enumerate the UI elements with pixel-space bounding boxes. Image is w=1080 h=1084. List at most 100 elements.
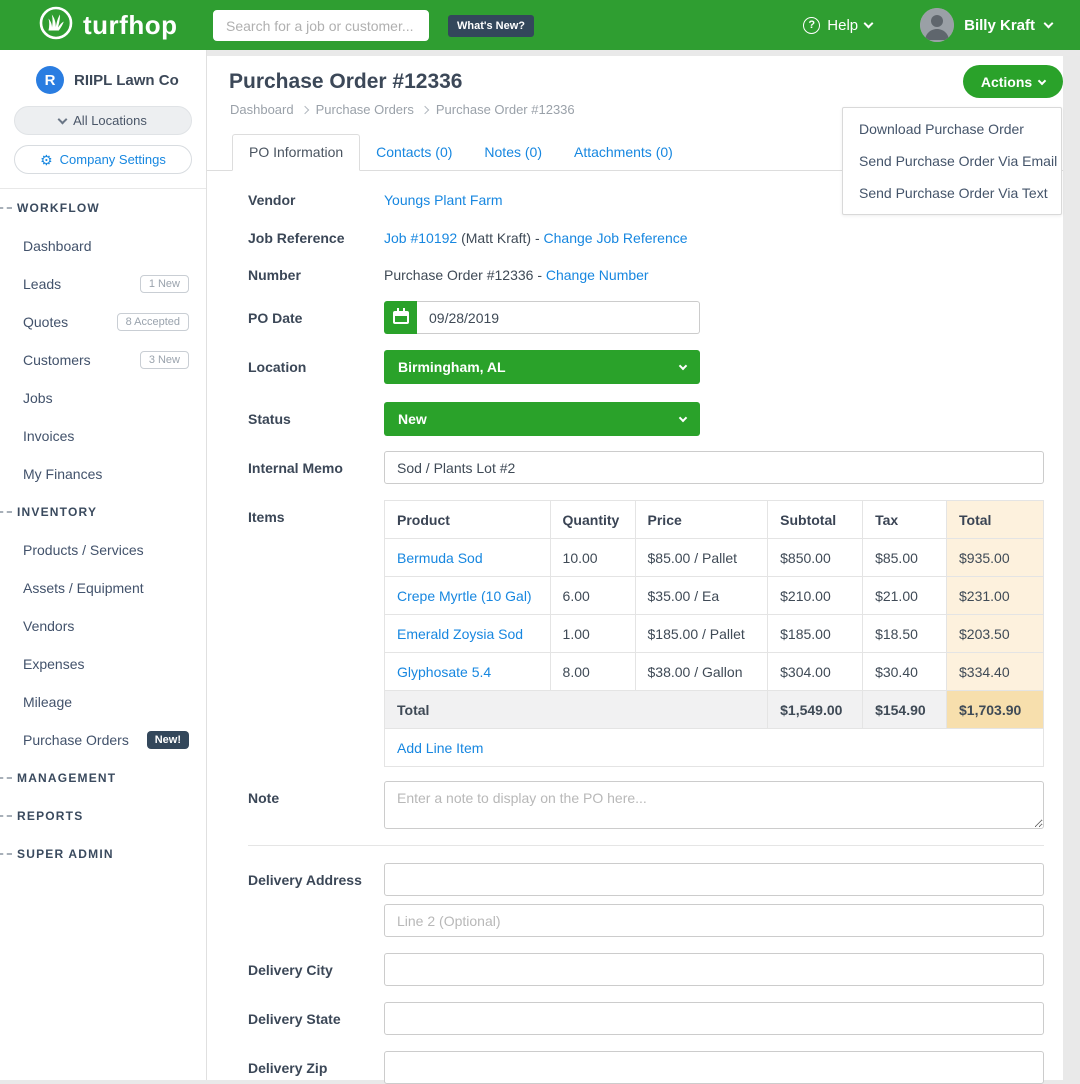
internal-memo-input[interactable] — [384, 451, 1044, 484]
sidebar-item-vendors[interactable]: Vendors — [0, 607, 206, 645]
table-row: Crepe Myrtle (10 Gal) 6.00 $35.00 / Ea $… — [385, 577, 1044, 615]
user-name: Billy Kraft — [964, 17, 1035, 34]
company-settings-button[interactable]: ⚙ Company Settings — [14, 145, 192, 174]
sidebar-item-label: Leads — [23, 276, 61, 292]
tab-contacts[interactable]: Contacts (0) — [360, 135, 468, 170]
sidebar-item-products-services[interactable]: Products / Services — [0, 531, 206, 569]
delivery-state-input[interactable] — [384, 1002, 1044, 1035]
quotes-count-badge: 8 Accepted — [117, 313, 189, 331]
change-number-link[interactable]: Change Number — [546, 267, 649, 283]
sidebar-item-label: Vendors — [23, 618, 74, 634]
delivery-zip-row: Delivery Zip — [248, 1051, 1044, 1084]
column-header-product: Product — [385, 501, 551, 539]
delivery-address-input[interactable] — [384, 863, 1044, 896]
product-link[interactable]: Glyphosate 5.4 — [397, 664, 491, 680]
company-row[interactable]: R RIIPL Lawn Co — [0, 50, 206, 94]
note-textarea[interactable] — [384, 781, 1044, 829]
sidebar: R RIIPL Lawn Co All Locations ⚙ Company … — [0, 50, 207, 1080]
sidebar-item-customers[interactable]: Customers 3 New — [0, 341, 206, 379]
sidebar-item-assets-equipment[interactable]: Assets / Equipment — [0, 569, 206, 607]
sidebar-item-purchase-orders[interactable]: Purchase Orders New! — [0, 721, 206, 759]
sidebar-item-label: Expenses — [23, 656, 84, 672]
sidebar-item-expenses[interactable]: Expenses — [0, 645, 206, 683]
sidebar-item-label: Purchase Orders — [23, 732, 129, 748]
sidebar-item-leads[interactable]: Leads 1 New — [0, 265, 206, 303]
column-header-total: Total — [947, 501, 1044, 539]
chevron-down-icon — [1038, 76, 1046, 84]
job-reference-row: Job Reference Job #10192 (Matt Kraft) - … — [248, 230, 1044, 246]
total-cell: $935.00 — [947, 539, 1044, 577]
total-cell: $203.50 — [947, 615, 1044, 653]
sidebar-item-label: Products / Services — [23, 542, 144, 558]
section-dashes-icon — [0, 815, 12, 817]
note-row: Note — [248, 781, 1044, 829]
help-icon: ? — [803, 17, 820, 34]
delivery-address-line2-input[interactable] — [384, 904, 1044, 937]
calendar-icon-button[interactable] — [384, 301, 417, 334]
product-link[interactable]: Emerald Zoysia Sod — [397, 626, 523, 642]
price-cell: $35.00 / Ea — [635, 577, 768, 615]
delivery-zip-input[interactable] — [384, 1051, 1044, 1084]
section-dashes-icon — [0, 853, 12, 855]
footer-total-label: Total — [385, 691, 768, 729]
section-header-inventory[interactable]: INVENTORY — [0, 493, 206, 531]
tax-cell: $21.00 — [863, 577, 947, 615]
chevron-down-icon — [864, 19, 874, 29]
status-select[interactable]: New — [384, 402, 700, 436]
vendor-label: Vendor — [248, 192, 384, 208]
calendar-icon — [393, 311, 409, 324]
help-menu[interactable]: ? Help — [803, 17, 872, 34]
breadcrumb-dashboard[interactable]: Dashboard — [230, 102, 294, 117]
sidebar-item-jobs[interactable]: Jobs — [0, 379, 206, 417]
section-header-reports[interactable]: REPORTS — [0, 797, 206, 835]
all-locations-selector[interactable]: All Locations — [14, 106, 192, 135]
location-select[interactable]: Birmingham, AL — [384, 350, 700, 384]
actions-button[interactable]: Actions — [963, 65, 1063, 98]
items-table: Product Quantity Price Subtotal Tax Tota… — [384, 500, 1044, 767]
brand-logo[interactable]: turfhop — [38, 5, 177, 46]
gear-icon: ⚙ — [40, 153, 53, 167]
actions-dropdown-menu: Download Purchase Order Send Purchase Or… — [842, 107, 1062, 215]
section-header-workflow[interactable]: WORKFLOW — [0, 189, 206, 227]
tab-po-information[interactable]: PO Information — [232, 134, 360, 171]
po-date-input[interactable] — [417, 301, 700, 334]
add-line-item-link[interactable]: Add Line Item — [397, 740, 483, 756]
product-link[interactable]: Crepe Myrtle (10 Gal) — [397, 588, 532, 604]
sidebar-item-label: Quotes — [23, 314, 68, 330]
tax-cell: $18.50 — [863, 615, 947, 653]
whats-new-button[interactable]: What's New? — [448, 15, 534, 37]
vendor-link[interactable]: Youngs Plant Farm — [384, 192, 503, 208]
section-dashes-icon — [0, 777, 12, 779]
product-link[interactable]: Bermuda Sod — [397, 550, 483, 566]
sidebar-nav: WORKFLOW Dashboard Leads 1 New Quotes 8 … — [0, 189, 206, 873]
breadcrumb-purchase-orders[interactable]: Purchase Orders — [316, 102, 414, 117]
sidebar-item-dashboard[interactable]: Dashboard — [0, 227, 206, 265]
search-input[interactable] — [213, 10, 429, 41]
sidebar-item-my-finances[interactable]: My Finances — [0, 455, 206, 493]
sidebar-item-mileage[interactable]: Mileage — [0, 683, 206, 721]
job-link[interactable]: Job #10192 — [384, 230, 457, 246]
purchase-order-card: Purchase Order #12336 Dashboard Purchase… — [207, 56, 1063, 1080]
menu-item-send-po-text[interactable]: Send Purchase Order Via Text — [843, 177, 1061, 209]
add-line-item-row: Add Line Item — [385, 729, 1044, 767]
subtotal-cell: $850.00 — [768, 539, 863, 577]
menu-item-send-po-email[interactable]: Send Purchase Order Via Email — [843, 145, 1061, 177]
table-row: Bermuda Sod 10.00 $85.00 / Pallet $850.0… — [385, 539, 1044, 577]
delivery-zip-label: Delivery Zip — [248, 1060, 384, 1076]
user-menu[interactable]: Billy Kraft — [920, 8, 1052, 42]
section-header-super-admin[interactable]: SUPER ADMIN — [0, 835, 206, 873]
status-selected-value: New — [398, 411, 427, 427]
section-divider — [248, 845, 1044, 846]
page-title: Purchase Order #12336 — [207, 56, 1063, 94]
sidebar-item-quotes[interactable]: Quotes 8 Accepted — [0, 303, 206, 341]
tab-notes[interactable]: Notes (0) — [468, 135, 558, 170]
delivery-city-input[interactable] — [384, 953, 1044, 986]
tab-attachments[interactable]: Attachments (0) — [558, 135, 689, 170]
delivery-address-line2-row — [248, 904, 1044, 937]
section-header-management[interactable]: MANAGEMENT — [0, 759, 206, 797]
column-header-subtotal: Subtotal — [768, 501, 863, 539]
menu-item-download-po[interactable]: Download Purchase Order — [843, 113, 1061, 145]
sidebar-item-invoices[interactable]: Invoices — [0, 417, 206, 455]
column-header-price: Price — [635, 501, 768, 539]
change-job-reference-link[interactable]: Change Job Reference — [544, 230, 688, 246]
